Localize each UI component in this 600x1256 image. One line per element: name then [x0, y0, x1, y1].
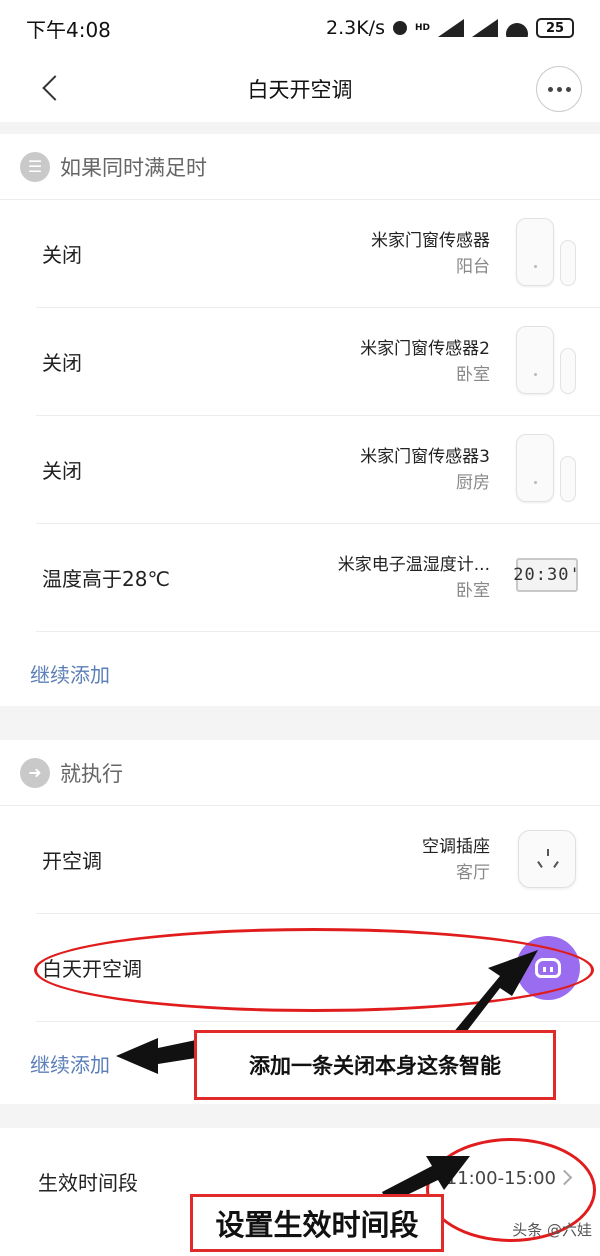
conditions-card: ☰ 如果同时满足时 关闭 米家门窗传感器 阳台 关闭 米家门窗传感器2 卧室 关… — [0, 134, 600, 706]
dot-icon — [547, 86, 553, 92]
device-room: 阳台 — [456, 256, 490, 277]
watermark: 头条 @六娃 — [512, 1221, 592, 1239]
conditions-header: ☰ 如果同时满足时 — [0, 134, 600, 200]
page-title: 白天开空调 — [247, 78, 353, 102]
condition-label: 关闭 — [42, 351, 82, 375]
device-name: 米家门窗传感器2 — [360, 338, 490, 359]
battery-icon: 25 — [536, 18, 574, 38]
dot-icon — [556, 86, 562, 92]
device-info: 米家电子温湿度计... 卧室 — [338, 552, 490, 604]
thermometer-display-icon: 20:30' — [513, 558, 580, 592]
wifi-icon — [506, 19, 528, 37]
actions-header: ➜ 就执行 — [0, 740, 600, 806]
device-name: 米家门窗传感器3 — [360, 446, 490, 467]
schedule-label: 生效时间段 — [38, 1170, 138, 1195]
dot-icon — [565, 86, 571, 92]
device-room: 卧室 — [456, 364, 490, 385]
hd-label: HD — [414, 23, 430, 33]
device-name: 空调插座 — [422, 836, 490, 857]
annotation-set-time: 设置生效时间段 — [190, 1194, 444, 1252]
status-bar: 下午4:08 2.3K/s HD 25 — [0, 0, 600, 56]
condition-label: 关闭 — [42, 243, 82, 267]
network-speed: 2.3K/s — [326, 17, 385, 39]
signal-icon-2 — [472, 19, 498, 37]
add-condition-link[interactable]: 继续添加 — [0, 632, 600, 714]
device-room: 卧室 — [456, 580, 490, 601]
device-info: 米家门窗传感器2 卧室 — [360, 336, 490, 388]
condition-row[interactable]: 关闭 米家门窗传感器 阳台 — [36, 200, 600, 308]
condition-label: 温度高于28℃ — [42, 567, 170, 591]
door-window-sensor-icon — [516, 434, 578, 504]
action-label: 开空调 — [42, 849, 102, 873]
door-window-sensor-icon — [516, 326, 578, 396]
device-name: 米家门窗传感器 — [371, 230, 490, 251]
highlight-ellipse-scene — [34, 928, 594, 1012]
conditions-title: 如果同时满足时 — [60, 155, 207, 180]
device-name: 米家电子温湿度计... — [337, 554, 490, 575]
device-info: 米家门窗传感器3 厨房 — [360, 444, 490, 496]
actions-title: 就执行 — [60, 761, 123, 786]
device-info: 米家门窗传感器 阳台 — [371, 228, 490, 280]
device-info: 空调插座 客厅 — [422, 834, 490, 886]
condition-row[interactable]: 关闭 米家门窗传感器2 卧室 — [36, 308, 600, 416]
alarm-icon — [392, 21, 407, 35]
door-window-sensor-icon — [516, 218, 578, 288]
device-room: 客厅 — [456, 862, 490, 883]
arrow-right-icon: ➜ — [20, 757, 50, 788]
nav-bar: 白天开空调 — [0, 56, 600, 122]
condition-label: 关闭 — [42, 459, 82, 483]
condition-row[interactable]: 关闭 米家门窗传感器3 厨房 — [36, 416, 600, 524]
list-icon: ☰ — [20, 151, 50, 182]
status-icons: 2.3K/s HD 25 — [326, 17, 574, 39]
smart-plug-icon — [518, 830, 576, 888]
more-options-button[interactable] — [536, 66, 582, 112]
condition-row[interactable]: 温度高于28℃ 米家电子温湿度计... 卧室 20:30' — [36, 524, 600, 632]
status-time: 下午4:08 — [26, 17, 111, 42]
annotation-add-self: 添加一条关闭本身这条智能 — [194, 1030, 556, 1100]
back-arrow-icon[interactable] — [40, 76, 64, 100]
signal-icon — [438, 19, 464, 37]
action-row[interactable]: 开空调 空调插座 客厅 — [36, 806, 600, 914]
device-room: 厨房 — [456, 472, 490, 493]
